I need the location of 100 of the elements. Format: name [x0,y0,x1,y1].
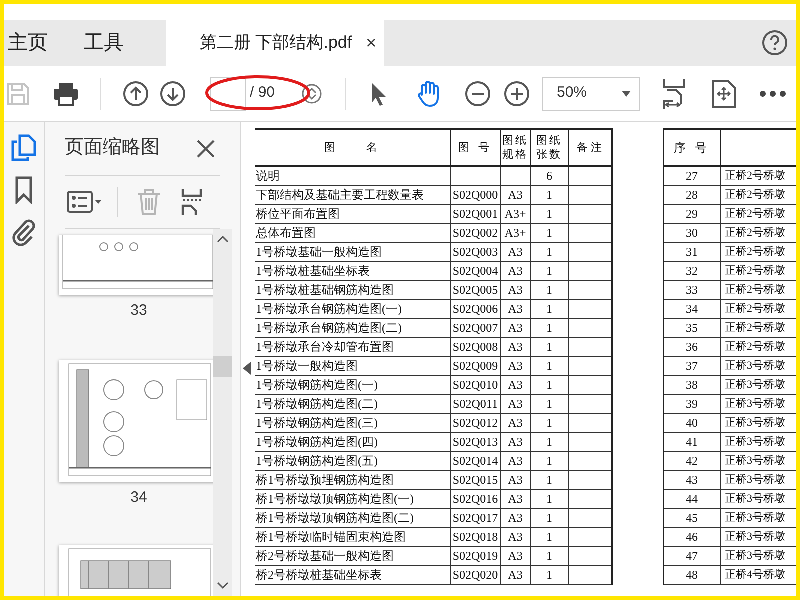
table-cell-text: 说明 [256,168,280,185]
table-cell-text: 28 [686,187,698,204]
table-cell-text: 1 [546,396,552,413]
table-cell-text: 1 [546,377,552,394]
column-header: 备注 [577,140,605,154]
panel-title: 页面缩略图 [65,136,161,160]
table-cell-text: A3 [508,320,523,337]
collapse-panel-icon[interactable] [243,362,251,375]
help-icon[interactable] [762,30,788,56]
paperclip-icon[interactable] [11,218,37,246]
table-cell-text: 1 [546,282,552,299]
table-cell-text: 39 [686,396,698,413]
table-cell-text: 1 [546,244,552,261]
scroll-thumb[interactable] [213,356,232,377]
document-tab[interactable]: 第二册 下部结构.pdf × [166,20,384,66]
table-cell-text: 桥位平面布置图 [256,206,340,223]
table-cell-text: A3 [508,244,523,261]
table-cell-text: A3 [508,415,523,432]
previous-page-icon[interactable] [123,80,149,106]
menu-tab[interactable]: 主页 [4,20,52,66]
table-cell-text: 46 [686,529,698,546]
chevron-down-icon[interactable] [216,582,228,590]
table-cell-text: 1号桥墩承台钢筋构造图(二) [256,320,402,337]
column-header: 图纸张数 [536,134,564,162]
page-stepper-icon[interactable] [302,84,322,104]
table-cell-text: 38 [686,377,698,394]
table-cell-text: 1 [546,225,552,242]
table-cell-text: 正桥2号桥墩 [725,340,786,355]
table-cell-text: 1 [546,415,552,432]
table-cell-text: 30 [686,225,698,242]
table-cell-text: S02Q011 [453,396,498,413]
close-icon[interactable] [196,138,216,158]
fit-page-icon[interactable] [711,78,737,108]
table-cell-text: 正桥3号桥墩 [725,492,786,507]
menu-tab[interactable]: 工具 [80,20,128,66]
table-cell-text: S02Q012 [452,415,498,432]
zoom-in-icon[interactable] [504,80,530,106]
table-cell-text: 1号桥墩基础一般构造图 [256,244,382,261]
page-thumbnail[interactable] [59,360,213,482]
table-cell-text: A3 [508,263,523,280]
table-cell-text: 1号桥墩承台冷却管布置图 [256,339,394,356]
table-cell-text: A3+ [504,206,526,223]
table-cell-text: S02Q013 [452,434,498,451]
column-header: 序 号 [673,140,711,156]
table-cell-text: A3 [508,567,523,584]
print-icon[interactable] [52,80,80,106]
table-cell-text: 1 [546,320,552,337]
table-cell-text: 正桥2号桥墩 [725,282,786,298]
pointer-tool-icon[interactable] [369,80,389,106]
fit-width-icon[interactable] [662,78,686,110]
zoom-dropdown[interactable]: 50% [542,76,640,110]
table-cell-text: 正桥2号桥墩 [725,226,786,241]
table-cell-text: 33 [686,282,698,299]
table-cell-text: S02Q003 [452,244,498,261]
close-tab-button[interactable]: × [366,30,377,56]
table-cell-text: 29 [686,206,698,223]
table-cell-text: 正桥2号桥墩 [725,206,786,222]
table-cell-text: 1 [546,206,552,223]
table-cell-text: 桥1号桥墩墩顶钢筋构造图(一) [256,491,414,508]
scrollbar[interactable] [213,229,232,596]
more-icon[interactable] [759,90,787,98]
table-cell-text: 1号桥墩钢筋构造图(四) [256,434,378,451]
table-cell-text: 桥2号桥墩基础一般构造图 [256,548,394,565]
table-cell-text: 正桥2号桥墩 [725,168,786,184]
page-number: 33 [130,303,148,319]
chevron-up-icon[interactable] [216,235,228,243]
table-cell-text: 正桥3号桥墩 [725,530,786,545]
table-cell-text: 1号桥墩钢筋构造图(三) [256,415,378,432]
table-cell-text: 正桥3号桥墩 [725,358,786,374]
table-cell-text: 48 [686,567,698,584]
table-cell-text: 下部结构及基础主要工程数量表 [256,187,424,204]
table-cell-text: S02Q005 [452,282,498,299]
next-page-icon[interactable] [160,80,186,106]
page-thumbnail[interactable] [59,235,213,295]
options-menu-icon[interactable] [67,191,103,213]
zoom-out-icon[interactable] [465,80,491,106]
table-cell-text: 总体布置图 [256,225,316,242]
table-cell-text: 43 [686,472,698,489]
tab-title: 第二册 下部结构.pdf [200,32,352,54]
page-thumbnail[interactable] [59,545,213,596]
table-cell-text: S02Q010 [452,377,498,394]
table-cell-text: S02Q016 [452,491,498,508]
table-cell-text: S02Q004 [452,263,498,280]
table-cell-text: 1 [546,263,552,280]
table-cell-text: S02Q018 [452,529,498,546]
extract-pages-icon[interactable] [181,188,203,216]
table-cell-text: 1号桥墩桩基础坐标表 [256,263,370,280]
table-cell-text: 42 [686,453,698,470]
table-cell-text: S02Q020 [452,567,498,584]
table-cell-text: A3 [508,187,523,204]
table-cell-text: S02Q008 [452,339,498,356]
table-cell-text: 1号桥墩钢筋构造图(一) [256,377,378,394]
table-cell-text: 1 [546,453,552,470]
table-cell-text: S02Q001 [452,206,498,223]
hand-tool-icon[interactable] [416,80,442,108]
table-cell-text: A3 [508,377,523,394]
table-cell-text: 正桥3号桥墩 [725,378,786,393]
table-cell-text: 正桥3号桥墩 [725,396,786,412]
table-cell-text: 37 [686,358,698,375]
pages-icon[interactable] [11,134,37,162]
